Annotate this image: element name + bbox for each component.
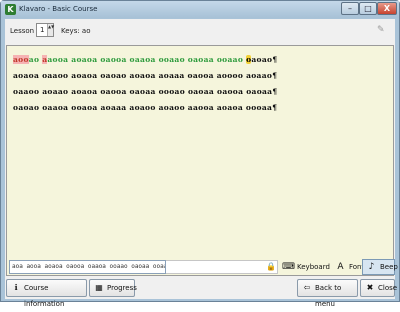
app-window: K Klavaro - Basic Course – □ X Lesson 1 … [0,0,400,308]
typing-input[interactable]: aoa aooa aoaoa oaooa oaaoa ooaao oaoaa o… [9,260,166,274]
course-information-button[interactable]: ℹ Course information [6,279,87,308]
exercise-line: aooao aaooa aoaoa oaooa oaaoa ooaao oaoa… [13,55,278,64]
info-icon: ℹ [14,283,18,292]
lesson-spinner[interactable]: 1 ▲▼ [36,23,54,37]
exercise-line: aoaoa oaaoo aoaoa oaoao aoaoa aoaaa oaoo… [13,71,278,80]
close-label: Close [378,284,398,292]
edit-lesson-icon[interactable]: ✎ [377,25,388,36]
progress-icon: ▦ [95,283,103,292]
back-to-menu-button[interactable]: ⇦ Back to menu [297,279,358,308]
window-close-button[interactable]: X [377,2,397,15]
exercise-lines: aooao aaooa aoaoa oaooa oaaoa ooaao oaoa… [13,55,389,119]
maximize-button[interactable]: □ [359,2,377,15]
exercise-line: oaaoo aoaao aoaoa oaooa oaoaa oooao oaoa… [13,87,278,96]
keyboard-icon: ⌨ [282,262,295,272]
client-area: Lesson 1 ▲▼ Keys: ao ✎ aooao aaooa aoaoa… [5,19,398,308]
exercise-line: oaoao oaaoa ooaoa aoaaa aoaoo aoaoo aaoo… [13,103,278,112]
progress-button[interactable]: ▦ Progress [89,279,137,297]
back-arrow-icon: ⇦ [303,283,311,292]
progress-label: Progress [107,284,137,292]
exercise-text-panel[interactable]: aooao aaooa aoaoa oaooa oaaoa ooaao oaoa… [6,45,394,276]
keys-label: Keys: ao [61,27,91,35]
keyboard-button[interactable]: ⌨ Keyboard [279,259,330,275]
back-to-menu-label: Back to menu [315,284,342,308]
lock-icon: 🔒 [266,262,276,271]
typing-input-remainder [166,260,278,274]
spinner-arrows-icon[interactable]: ▲▼ [47,24,54,36]
lesson-toolbar: Lesson 1 ▲▼ Keys: ao ✎ [5,19,395,43]
font-icon: A [337,262,344,272]
lesson-number: 1 [40,26,45,34]
app-icon: K [5,4,16,15]
speaker-icon: ♪ [368,262,375,272]
keyboard-button-label: Keyboard [297,263,330,271]
beep-toggle-button[interactable]: ♪ Beep [362,259,398,275]
minimize-button[interactable]: – [341,2,359,15]
lesson-label: Lesson [10,27,35,35]
title-bar[interactable]: K Klavaro - Basic Course – □ X [1,1,399,18]
window-title: Klavaro - Basic Course [19,5,98,13]
course-information-label: Course information [24,284,65,308]
close-icon: ✖ [366,283,374,292]
close-button[interactable]: ✖ Close [360,279,398,297]
font-button[interactable]: A Font [331,259,364,275]
beep-button-label: Beep [380,263,398,271]
